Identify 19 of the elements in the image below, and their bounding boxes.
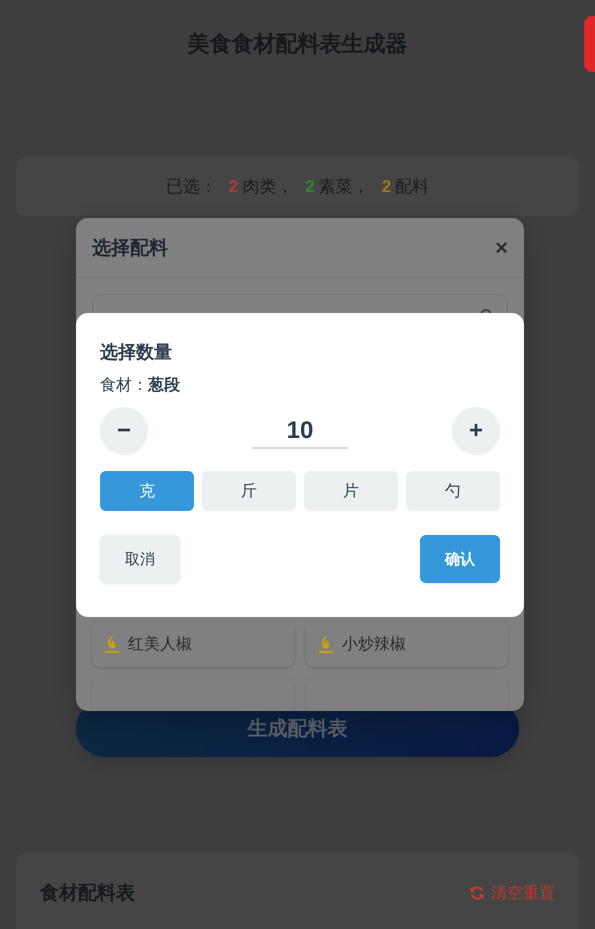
count-number: 2: [382, 176, 392, 196]
ingredient-label: 食材：: [100, 376, 148, 396]
count-number: 2: [305, 176, 315, 196]
ingredient-card[interactable]: 红美人椒: [92, 621, 294, 667]
dialog-title: 选择数量: [100, 341, 173, 363]
modal-title: 选择配料: [92, 236, 168, 260]
minus-button[interactable]: −: [100, 407, 148, 455]
unit-option[interactable]: 斤: [202, 471, 296, 511]
cancel-button[interactable]: 取消: [100, 535, 180, 583]
unit-option[interactable]: 勺: [406, 471, 500, 511]
plus-button[interactable]: +: [452, 407, 500, 455]
ingredient-name: 葱段: [148, 376, 180, 396]
flame-icon: [104, 634, 120, 654]
flame-icon: [318, 634, 334, 654]
quantity-field[interactable]: 10: [252, 417, 348, 449]
unit-option[interactable]: 片: [304, 471, 398, 511]
ingredient-card[interactable]: 小炒辣椒: [306, 621, 508, 667]
count-number: 2: [228, 176, 238, 196]
refresh-icon: [469, 885, 485, 901]
